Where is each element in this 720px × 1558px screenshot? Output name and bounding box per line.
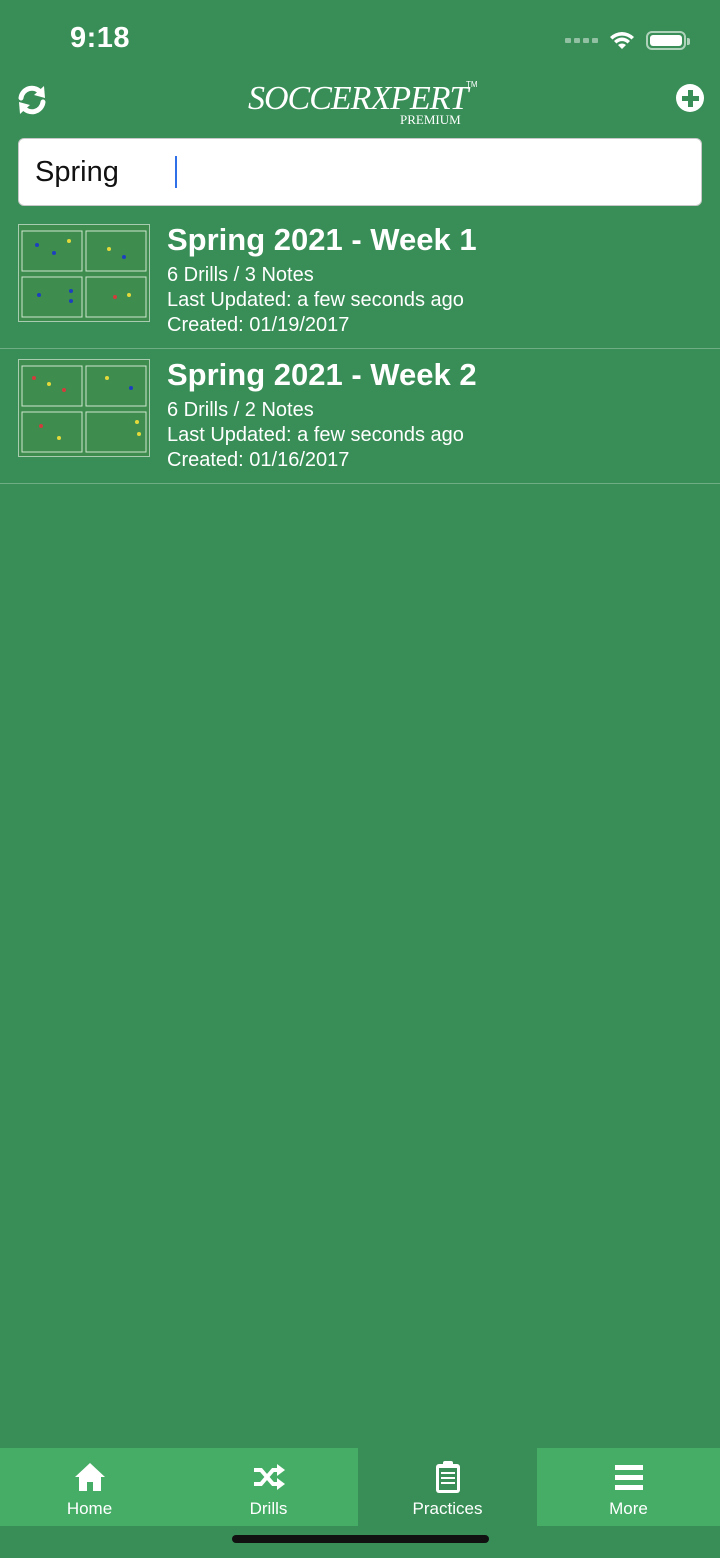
practice-created: Created: 01/19/2017 (167, 314, 350, 336)
search-field[interactable] (18, 138, 702, 206)
refresh-icon (18, 85, 46, 115)
practice-list: Spring 2021 - Week 1 6 Drills / 3 Notes … (0, 214, 720, 484)
practice-thumbnail (18, 359, 150, 457)
tab-label: Home (66, 1499, 113, 1518)
practice-thumbnail (18, 224, 150, 322)
clipboard-icon (435, 1461, 460, 1493)
tab-more[interactable]: More (537, 1448, 720, 1526)
status-bar: 9:18 (0, 0, 720, 80)
search-input[interactable] (35, 155, 174, 189)
tab-label: More (609, 1499, 648, 1518)
practice-list-item[interactable]: Spring 2021 - Week 1 6 Drills / 3 Notes … (0, 214, 720, 349)
wifi-icon (610, 32, 634, 49)
logo-subtitle: PREMIUM (400, 112, 461, 127)
soccerxpert-logo: SOCCERXPERT PREMIUM TM (248, 72, 478, 130)
tab-bar: Home Drills Practices More (0, 1448, 720, 1526)
add-practice-button[interactable] (676, 84, 704, 112)
practice-title: Spring 2021 - Week 2 (167, 357, 477, 392)
logo-trademark: TM (466, 80, 478, 89)
tab-home[interactable]: Home (0, 1448, 179, 1526)
status-icons (565, 26, 690, 54)
refresh-button[interactable] (14, 82, 50, 118)
home-icon (74, 1463, 105, 1491)
practice-list-item[interactable]: Spring 2021 - Week 2 6 Drills / 2 Notes … (0, 349, 720, 484)
practice-counts: 6 Drills / 2 Notes (167, 399, 314, 421)
menu-icon (614, 1465, 643, 1490)
tab-drills[interactable]: Drills (179, 1448, 358, 1526)
status-time: 9:18 (70, 22, 131, 54)
practice-title: Spring 2021 - Week 1 (167, 222, 477, 257)
practice-updated: Last Updated: a few seconds ago (167, 424, 464, 446)
tab-practices[interactable]: Practices (358, 1448, 537, 1526)
shuffle-icon (253, 1464, 285, 1490)
text-cursor (175, 156, 177, 188)
practice-created: Created: 01/16/2017 (167, 449, 350, 471)
tab-label: Practices (412, 1499, 483, 1518)
cellular-signal-icon (565, 37, 598, 43)
practice-counts: 6 Drills / 3 Notes (167, 264, 314, 286)
header: SOCCERXPERT PREMIUM TM (0, 72, 720, 134)
home-indicator (232, 1535, 489, 1543)
battery-icon (646, 30, 690, 50)
tab-label: Drills (249, 1499, 288, 1518)
practice-updated: Last Updated: a few seconds ago (167, 289, 464, 311)
